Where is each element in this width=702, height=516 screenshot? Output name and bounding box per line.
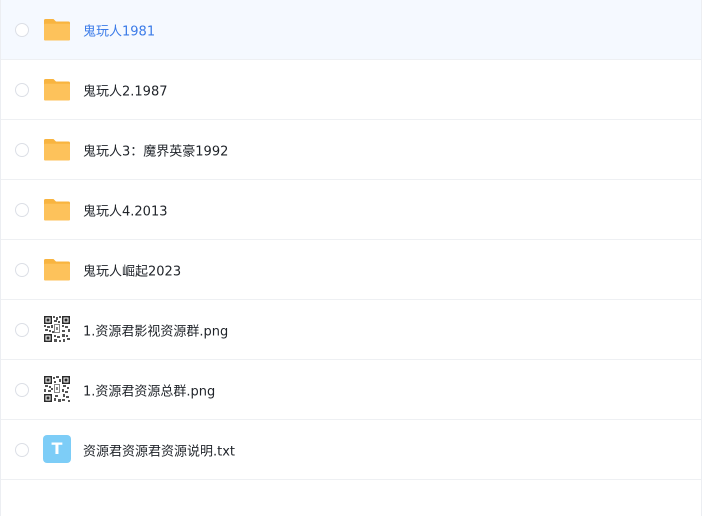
folder-icon [43, 255, 71, 283]
file-name[interactable]: 鬼玩人崛起2023 [83, 260, 181, 279]
file-name[interactable]: 鬼玩人2.1987 [83, 80, 168, 99]
row-checkbox[interactable] [15, 322, 29, 337]
file-list: 鬼玩人1981 鬼玩人2.1987 鬼玩人3：魔界英豪1992 鬼玩人4.201… [0, 0, 702, 516]
file-row-folder[interactable]: 鬼玩人1981 [1, 0, 701, 60]
row-checkbox[interactable] [15, 142, 29, 157]
file-row-image[interactable]: 1.资源君影视资源群.png [1, 300, 701, 360]
row-checkbox[interactable] [15, 22, 29, 37]
row-checkbox[interactable] [15, 262, 29, 277]
row-checkbox[interactable] [15, 202, 29, 217]
file-name[interactable]: 鬼玩人4.2013 [83, 200, 168, 219]
qr-code-icon [43, 314, 71, 343]
file-name[interactable]: 鬼玩人1981 [83, 20, 155, 39]
file-name[interactable]: 资源君资源君资源说明.txt [83, 440, 235, 459]
file-name[interactable]: 1.资源君资源总群.png [83, 380, 215, 399]
row-checkbox[interactable] [15, 442, 29, 457]
text-file-icon-letter: T [43, 434, 71, 463]
file-row-text[interactable]: T 资源君资源君资源说明.txt [1, 420, 701, 480]
folder-icon [43, 135, 71, 163]
file-row-image[interactable]: 1.资源君资源总群.png [1, 360, 701, 420]
file-row-folder[interactable]: 鬼玩人4.2013 [1, 180, 701, 240]
qr-code-icon [43, 374, 71, 403]
row-checkbox[interactable] [15, 382, 29, 397]
file-row-folder[interactable]: 鬼玩人3：魔界英豪1992 [1, 120, 701, 180]
file-name[interactable]: 鬼玩人3：魔界英豪1992 [83, 140, 228, 159]
file-name[interactable]: 1.资源君影视资源群.png [83, 320, 228, 339]
folder-icon [43, 75, 71, 103]
folder-icon [43, 15, 71, 43]
file-row-folder[interactable]: 鬼玩人2.1987 [1, 60, 701, 120]
text-file-icon: T [43, 434, 71, 463]
file-row-folder[interactable]: 鬼玩人崛起2023 [1, 240, 701, 300]
folder-icon [43, 195, 71, 223]
row-checkbox[interactable] [15, 82, 29, 97]
